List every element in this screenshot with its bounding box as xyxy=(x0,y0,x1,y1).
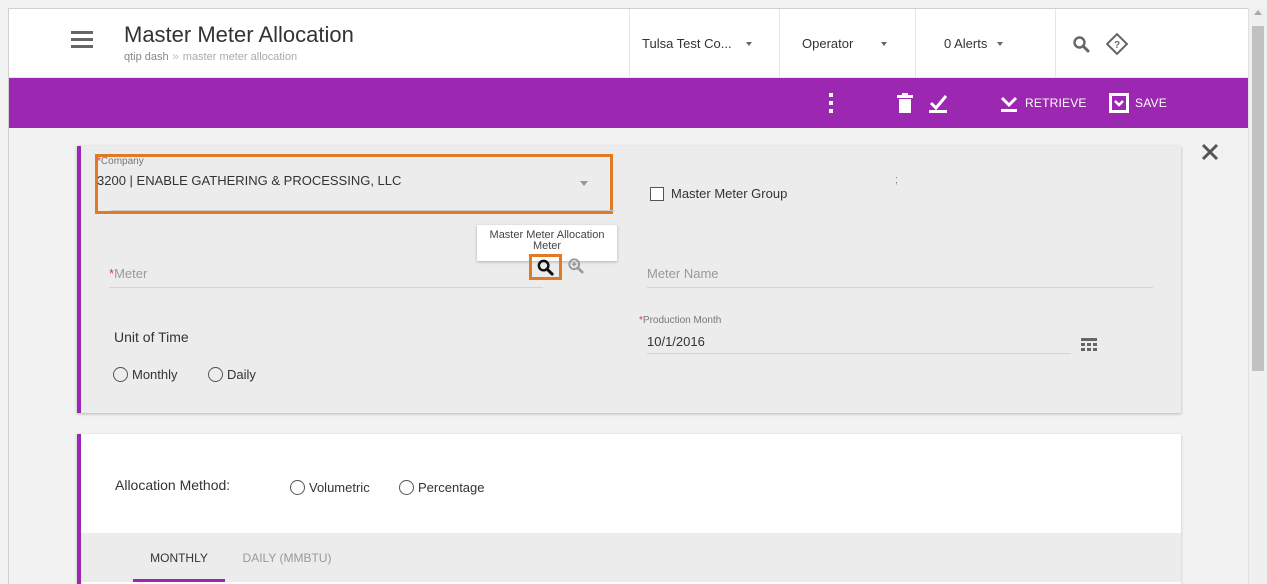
retrieve-icon xyxy=(1000,96,1018,112)
tab-daily-mmbtu[interactable]: DAILY (MMBTU) xyxy=(225,533,349,582)
company-select[interactable]: 3200 | ENABLE GATHERING & PROCESSING, LL… xyxy=(97,173,401,188)
retrieve-label: RETRIEVE xyxy=(1025,96,1087,110)
kebab-icon[interactable] xyxy=(826,78,836,128)
search-icon[interactable] xyxy=(1072,35,1090,53)
radio-percentage[interactable] xyxy=(399,480,414,495)
app-window: Master Meter Allocation qtip dash» master… xyxy=(8,8,1248,584)
divider xyxy=(111,210,615,211)
help-diamond-icon[interactable]: ? xyxy=(1106,32,1128,55)
breadcrumb-current: master meter allocation xyxy=(182,51,298,63)
breadcrumb-separator: » xyxy=(172,51,179,63)
meter-input[interactable] xyxy=(109,287,543,288)
meter-form-card: *Company 3200 | ENABLE GATHERING & PROCE… xyxy=(77,146,1181,413)
role-selector[interactable]: Operator xyxy=(779,9,915,78)
add-search-icon[interactable] xyxy=(568,258,584,274)
chevron-down-icon xyxy=(997,41,1004,46)
production-month-input[interactable]: 10/1/2016 xyxy=(647,334,705,349)
allocation-percentage-option[interactable]: Percentage xyxy=(399,480,485,495)
meter-name-label: Meter Name xyxy=(647,266,719,281)
master-meter-group-checkbox[interactable] xyxy=(650,186,664,201)
radio-daily[interactable] xyxy=(208,367,223,382)
alerts-selector[interactable]: 0 Alerts xyxy=(915,9,1055,78)
meter-label: *Meter xyxy=(109,266,148,281)
breadcrumb: qtip dash» master meter allocation xyxy=(124,51,297,63)
production-month-label: *Production Month xyxy=(639,315,722,326)
chevron-down-icon[interactable] xyxy=(580,181,588,186)
breadcrumb-root[interactable]: qtip dash xyxy=(124,51,169,63)
allocation-tabs: MONTHLY DAILY (MMBTU) xyxy=(81,533,1181,582)
save-label: SAVE xyxy=(1135,96,1167,110)
alerts-label: 0 Alerts xyxy=(944,36,988,51)
radio-monthly[interactable] xyxy=(113,367,128,382)
role-selector-label: Operator xyxy=(802,36,854,51)
company-label: *Company xyxy=(97,156,144,167)
search-icon xyxy=(537,259,554,276)
tab-monthly[interactable]: MONTHLY xyxy=(133,533,225,582)
scroll-up-arrow-icon[interactable] xyxy=(1254,10,1262,15)
allocation-method-label: Allocation Method: xyxy=(115,477,231,493)
unit-of-time-label: Unit of Time xyxy=(114,329,189,345)
menu-icon[interactable] xyxy=(71,31,93,49)
scrollbar-thumb[interactable] xyxy=(1252,26,1264,371)
chevron-down-icon xyxy=(881,41,888,46)
delete-icon xyxy=(897,93,913,113)
retrieve-button[interactable]: RETRIEVE xyxy=(999,78,1087,128)
check-square-icon xyxy=(929,95,948,113)
divider xyxy=(647,353,1071,354)
radio-volumetric-label: Volumetric xyxy=(309,480,370,495)
radio-volumetric[interactable] xyxy=(290,480,305,495)
allocation-card: Allocation Method: Volumetric Percentage… xyxy=(77,434,1181,584)
chevron-down-icon xyxy=(745,41,752,46)
header-icons: ? xyxy=(1055,9,1248,78)
save-icon xyxy=(1109,93,1129,113)
master-meter-group-label: Master Meter Group xyxy=(671,186,788,201)
radio-percentage-label: Percentage xyxy=(418,480,485,495)
company-selector[interactable]: Tulsa Test Co... xyxy=(629,9,779,78)
unit-daily-option[interactable]: Daily xyxy=(208,367,256,382)
allocation-volumetric-option[interactable]: Volumetric xyxy=(290,480,370,495)
page-header: Master Meter Allocation qtip dash» master… xyxy=(9,9,1248,78)
page-title: Master Meter Allocation xyxy=(124,22,354,47)
master-meter-group-field: Master Meter Group xyxy=(650,186,787,201)
vertical-scrollbar[interactable] xyxy=(1248,8,1267,584)
close-icon[interactable] xyxy=(1199,141,1221,163)
meter-search-button[interactable] xyxy=(529,254,562,280)
delete-button[interactable] xyxy=(896,78,914,128)
save-button[interactable]: SAVE xyxy=(1109,78,1167,128)
action-toolbar: RETRIEVE SAVE xyxy=(9,78,1248,128)
company-selector-label: Tulsa Test Co... xyxy=(642,36,732,51)
meter-name-input[interactable] xyxy=(647,287,1153,288)
unit-monthly-option[interactable]: Monthly xyxy=(113,367,178,382)
radio-daily-label: Daily xyxy=(227,367,256,382)
svg-text:?: ? xyxy=(1114,40,1120,51)
radio-monthly-label: Monthly xyxy=(132,367,178,382)
stray-text: ; xyxy=(895,174,899,186)
calendar-icon[interactable] xyxy=(1081,338,1097,352)
check-button[interactable] xyxy=(928,78,948,128)
